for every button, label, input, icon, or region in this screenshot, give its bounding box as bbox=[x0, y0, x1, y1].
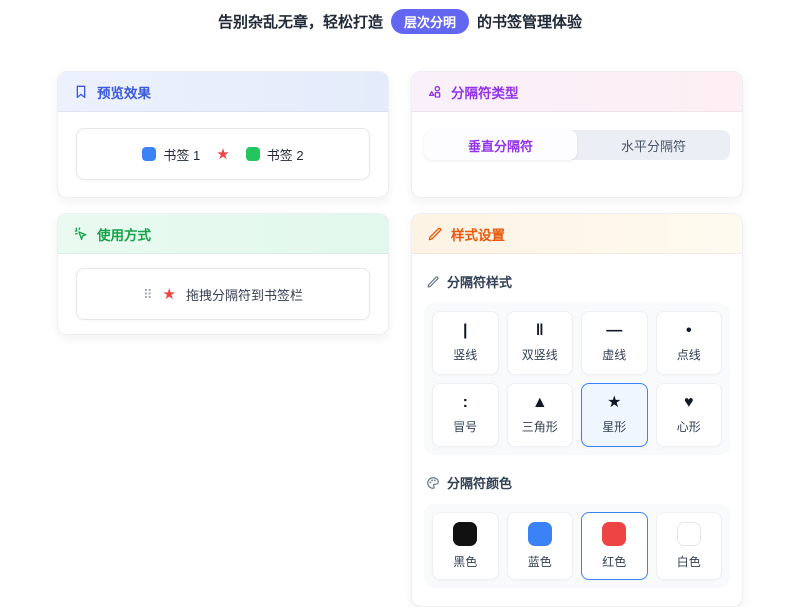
style-settings-header: 样式设置 bbox=[412, 214, 742, 254]
vertical-line-glyph: | bbox=[463, 323, 467, 339]
white-swatch bbox=[677, 522, 701, 546]
cursor-click-icon bbox=[73, 226, 89, 242]
preview-card-title: 预览效果 bbox=[97, 82, 151, 102]
bookmark-icon bbox=[73, 84, 89, 100]
draggable-separator-item[interactable]: ⠿ ★ 拖拽分隔符到书签栏 bbox=[76, 268, 370, 320]
separator-star-icon: ★ bbox=[216, 147, 229, 162]
separator-type-body: 垂直分隔符 水平分隔符 bbox=[412, 112, 742, 197]
separator-type-header: 分隔符类型 bbox=[412, 72, 742, 112]
color-option-black[interactable]: 黑色 bbox=[432, 512, 499, 580]
triangle-glyph: ▲ bbox=[532, 395, 548, 411]
headline-badge: 层次分明 bbox=[391, 9, 469, 34]
left-column: 预览效果 书签 1 ★ 书签 2 使用方式 bbox=[57, 71, 389, 607]
bookmark-item-2: 书签 2 bbox=[246, 145, 304, 164]
separator-color-label: 分隔符颜色 bbox=[426, 473, 728, 492]
preview-card-header: 预览效果 bbox=[58, 72, 388, 112]
usage-card: 使用方式 ⠿ ★ 拖拽分隔符到书签栏 bbox=[57, 213, 389, 335]
blue-swatch bbox=[528, 522, 552, 546]
separator-star-icon: ★ bbox=[163, 287, 176, 302]
right-column: 分隔符类型 垂直分隔符 水平分隔符 样式设置 分隔符样式 bbox=[411, 71, 743, 607]
bookmark-1-favicon bbox=[142, 147, 156, 161]
star-glyph: ★ bbox=[607, 395, 621, 411]
style-option-star[interactable]: ★ 星形 bbox=[581, 383, 648, 447]
dashed-line-glyph: — bbox=[606, 323, 622, 339]
style-option-double-line[interactable]: ‖ 双竖线 bbox=[507, 311, 574, 375]
separator-style-grid: | 竖线 ‖ 双竖线 — 虚线 • 点线 bbox=[424, 303, 730, 455]
headline-text-after: 的书签管理体验 bbox=[477, 11, 582, 32]
bookmark-2-label: 书签 2 bbox=[267, 145, 304, 164]
colon-glyph: : bbox=[463, 395, 468, 411]
heart-glyph: ♥ bbox=[684, 395, 694, 411]
bookmark-1-label: 书签 1 bbox=[163, 145, 200, 164]
usage-card-header: 使用方式 bbox=[58, 214, 388, 254]
headline-text-before: 告别杂乱无章，轻松打造 bbox=[218, 11, 383, 32]
separator-color-grid: 黑色 蓝色 红色 白色 bbox=[424, 504, 730, 588]
style-option-heart[interactable]: ♥ 心形 bbox=[656, 383, 723, 447]
style-settings-title: 样式设置 bbox=[451, 224, 505, 244]
preview-card-body: 书签 1 ★ 书签 2 bbox=[58, 112, 388, 197]
style-settings-body: 分隔符样式 | 竖线 ‖ 双竖线 — 虚线 bbox=[412, 254, 742, 606]
dotted-line-glyph: • bbox=[686, 323, 692, 339]
tab-horizontal-separator[interactable]: 水平分隔符 bbox=[577, 130, 730, 160]
separator-type-tabs: 垂直分隔符 水平分隔符 bbox=[424, 130, 730, 160]
color-option-white[interactable]: 白色 bbox=[656, 512, 723, 580]
usage-card-body: ⠿ ★ 拖拽分隔符到书签栏 bbox=[58, 254, 388, 334]
usage-card-title: 使用方式 bbox=[97, 224, 151, 244]
red-swatch bbox=[602, 522, 626, 546]
style-option-dashed-line[interactable]: — 虚线 bbox=[581, 311, 648, 375]
pen-small-icon bbox=[426, 275, 440, 289]
bookmark-bar-preview: 书签 1 ★ 书签 2 bbox=[76, 128, 370, 180]
drag-handle-icon[interactable]: ⠿ bbox=[143, 288, 153, 301]
shapes-icon bbox=[427, 84, 443, 100]
style-option-colon[interactable]: : 冒号 bbox=[432, 383, 499, 447]
color-option-blue[interactable]: 蓝色 bbox=[507, 512, 574, 580]
color-option-red[interactable]: 红色 bbox=[581, 512, 648, 580]
separator-style-label: 分隔符样式 bbox=[426, 272, 728, 291]
bookmark-item-1: 书签 1 bbox=[142, 145, 200, 164]
tab-vertical-separator[interactable]: 垂直分隔符 bbox=[424, 130, 577, 160]
double-line-glyph: ‖ bbox=[536, 323, 544, 339]
style-option-dotted-line[interactable]: • 点线 bbox=[656, 311, 723, 375]
page-headline: 告别杂乱无章，轻松打造 层次分明 的书签管理体验 bbox=[0, 0, 800, 34]
usage-instruction: 拖拽分隔符到书签栏 bbox=[186, 285, 303, 304]
bookmark-2-favicon bbox=[246, 147, 260, 161]
style-option-triangle[interactable]: ▲ 三角形 bbox=[507, 383, 574, 447]
separator-type-card: 分隔符类型 垂直分隔符 水平分隔符 bbox=[411, 71, 743, 198]
palette-icon bbox=[426, 476, 440, 490]
separator-type-title: 分隔符类型 bbox=[451, 82, 519, 102]
black-swatch bbox=[453, 522, 477, 546]
style-settings-card: 样式设置 分隔符样式 | 竖线 ‖ 双竖线 bbox=[411, 213, 743, 607]
preview-card: 预览效果 书签 1 ★ 书签 2 bbox=[57, 71, 389, 198]
style-option-vertical-line[interactable]: | 竖线 bbox=[432, 311, 499, 375]
pen-icon bbox=[427, 226, 443, 242]
main-content: 预览效果 书签 1 ★ 书签 2 使用方式 bbox=[57, 71, 743, 607]
